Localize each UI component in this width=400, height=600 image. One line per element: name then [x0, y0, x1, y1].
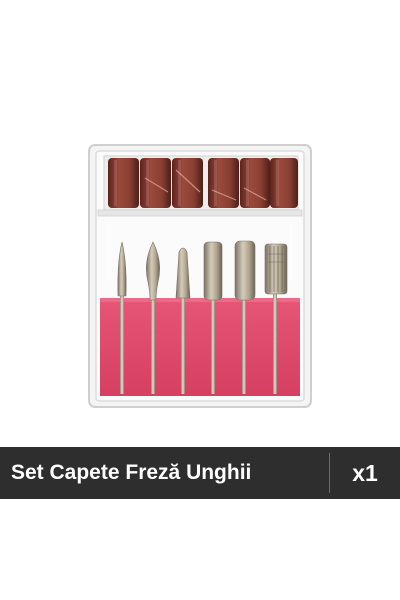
- quantity-badge: x1: [352, 459, 378, 486]
- sanding-bands: [108, 158, 298, 208]
- pink-foam-insert: [100, 298, 300, 396]
- product-title: Set Capete Freză Unghii: [11, 461, 252, 484]
- product-label-bar: Set Capete Freză Unghii x1: [0, 447, 400, 499]
- product-image: [0, 0, 400, 445]
